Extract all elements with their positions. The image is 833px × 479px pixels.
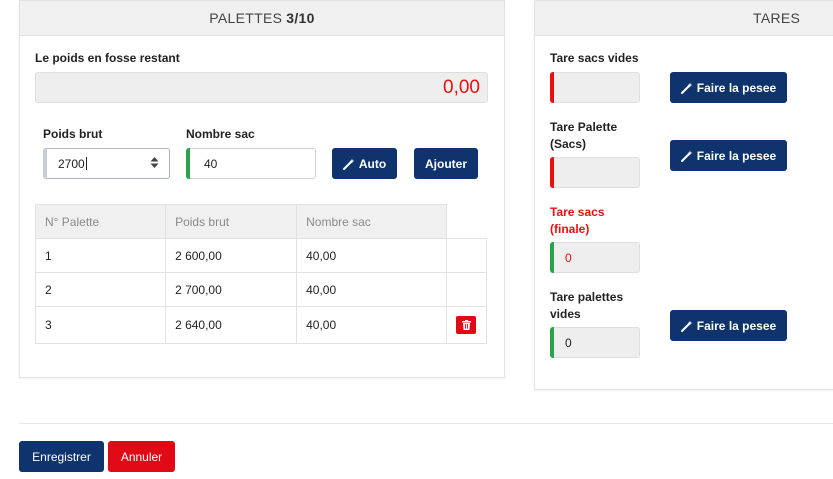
auto-button[interactable]: Auto: [332, 148, 397, 179]
add-button[interactable]: Ajouter: [414, 148, 478, 179]
remaining-weight-label: Le poids en fosse restant: [35, 51, 180, 65]
cancel-button-label: Annuler: [120, 449, 163, 464]
magic-wand-icon: [342, 158, 355, 170]
empty-pallets-tare-label-line1: Tare palettes: [550, 290, 624, 304]
column-header-bag-count: Nombre sac: [296, 204, 447, 239]
bag-count-indicator: [186, 148, 190, 179]
empty-pallets-tare-label: Tare palettes vides: [550, 289, 623, 323]
final-bags-tare-field: 0: [550, 242, 640, 273]
bag-count-label: Nombre sac: [186, 127, 255, 141]
bag-count-value: 40: [204, 156, 218, 171]
text-cursor: [85, 157, 87, 170]
tares-title: TARES: [753, 10, 801, 26]
empty-bags-tare-indicator: [550, 72, 554, 103]
cell-gross-weight: 2 600,00: [165, 238, 298, 273]
add-button-label: Ajouter: [425, 156, 467, 171]
gross-weight-indicator: [43, 148, 47, 179]
pallet-bags-tare-field: [550, 157, 640, 188]
final-bags-tare-indicator: [550, 242, 554, 273]
pallet-bags-tare-indicator: [550, 157, 554, 188]
weigh-empty-bags-button[interactable]: Faire la pesee: [670, 72, 787, 103]
table-header-row: N° Palette Poids brut Nombre sac: [34, 204, 487, 239]
auto-button-label: Auto: [358, 156, 387, 171]
empty-pallets-tare-field: 0: [550, 327, 640, 358]
cell-actions: [446, 272, 487, 307]
pallet-bags-tare-label-line1: Tare Palette: [550, 120, 618, 134]
final-bags-tare-value: 0: [565, 250, 572, 265]
final-bags-tare-label-line2: (finale): [550, 222, 590, 236]
palettes-header: PALETTES 3/10: [20, 1, 504, 36]
cell-bag-count: 40,00: [296, 272, 447, 307]
cell-gross-weight: 2 700,00: [165, 272, 298, 307]
cell-actions: [446, 238, 487, 273]
palettes-title: PALETTES: [209, 10, 283, 26]
delete-row-button[interactable]: [456, 316, 476, 334]
empty-bags-tare-field: [550, 72, 640, 103]
table-row: 1 2 600,00 40,00: [34, 238, 487, 273]
table-row: 2 2 700,00 40,00: [34, 272, 487, 307]
save-button[interactable]: Enregistrer: [19, 441, 104, 472]
weigh-button-label: Faire la pesee: [696, 318, 777, 333]
pallet-bags-tare-label-line2: (Sacs): [550, 137, 587, 151]
column-header-palette-number: N° Palette: [34, 204, 167, 239]
final-bags-tare-label-line1: Tare sacs: [550, 205, 605, 219]
final-bags-tare-label: Tare sacs (finale): [550, 204, 605, 238]
magic-wand-icon: [680, 150, 693, 162]
gross-weight-label: Poids brut: [43, 127, 103, 141]
weigh-pallet-bags-button[interactable]: Faire la pesee: [670, 140, 787, 171]
cell-palette-number: 2: [34, 272, 167, 307]
weigh-button-label: Faire la pesee: [696, 148, 777, 163]
tares-header: TARES: [535, 1, 833, 36]
gross-weight-input[interactable]: 2700: [43, 148, 170, 179]
magic-wand-icon: [680, 320, 693, 332]
number-stepper-icon[interactable]: [150, 156, 159, 171]
remaining-weight-field: 0,00: [35, 72, 488, 103]
weigh-empty-pallets-button[interactable]: Faire la pesee: [670, 310, 787, 341]
cell-actions: [446, 306, 487, 344]
cell-bag-count: 40,00: [296, 238, 447, 273]
bag-count-input[interactable]: 40: [186, 148, 316, 179]
cell-palette-number: 3: [34, 306, 167, 344]
cell-bag-count: 40,00: [296, 306, 447, 344]
weigh-button-label: Faire la pesee: [696, 80, 777, 95]
trash-icon: [461, 320, 471, 330]
cell-gross-weight: 2 640,00: [165, 306, 298, 344]
footer-divider: [19, 423, 833, 424]
empty-pallets-tare-value: 0: [565, 335, 572, 350]
palettes-table: N° Palette Poids brut Nombre sac 1 2 600…: [34, 204, 487, 344]
empty-bags-tare-label: Tare sacs vides: [550, 51, 639, 65]
empty-pallets-tare-indicator: [550, 327, 554, 358]
save-button-label: Enregistrer: [32, 449, 91, 464]
gross-weight-value: 2700: [58, 156, 85, 171]
cancel-button[interactable]: Annuler: [108, 441, 175, 472]
pallet-bags-tare-label: Tare Palette (Sacs): [550, 119, 617, 153]
remaining-weight-value: 0,00: [443, 76, 480, 98]
column-header-actions: [446, 204, 487, 239]
table-row: 3 2 640,00 40,00: [34, 306, 487, 344]
cell-palette-number: 1: [34, 238, 167, 273]
palettes-count: 3/10: [286, 10, 315, 26]
empty-pallets-tare-label-line2: vides: [550, 307, 581, 321]
magic-wand-icon: [680, 82, 693, 94]
column-header-gross-weight: Poids brut: [165, 204, 298, 239]
